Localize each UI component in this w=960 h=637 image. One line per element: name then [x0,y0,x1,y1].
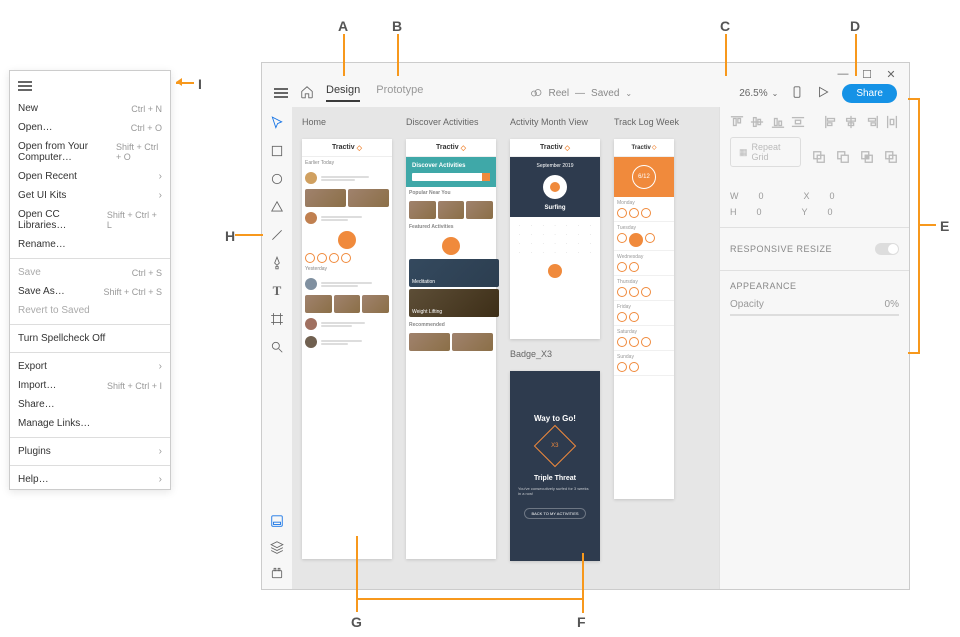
menu-item-help[interactable]: Help…› [10,470,170,489]
height-value[interactable]: 0 [757,207,762,217]
y-value[interactable]: 0 [828,207,833,217]
menu-item-open[interactable]: Open…Ctrl + O [10,118,170,137]
opacity-label: Opacity [730,299,764,310]
bool-intersect-icon[interactable] [859,150,875,164]
tool-plugins[interactable] [269,565,285,581]
align-bottom-icon[interactable] [770,115,784,129]
x-value[interactable]: 0 [830,191,835,201]
toolbar: T [262,107,292,589]
tool-zoom[interactable] [269,339,285,355]
main-menu: NewCtrl + N Open…Ctrl + O Open from Your… [9,70,171,490]
home-icon[interactable] [300,85,314,102]
tool-pen[interactable] [269,255,285,271]
property-inspector: ▦Repeat Grid W0X0 H0Y0 RESPONSIVE RESIZE… [719,107,909,589]
align-hcenter-icon[interactable] [844,115,858,129]
distribute-h-icon[interactable] [885,115,899,129]
menu-item-cc-libraries[interactable]: Open CC Libraries…Shift + Ctrl + L [10,205,170,235]
menu-item-open-computer[interactable]: Open from Your Computer…Shift + Ctrl + O [10,137,170,167]
label-h: H [225,228,235,244]
tool-rectangle[interactable] [269,143,285,159]
menu-item-import[interactable]: Import…Shift + Ctrl + I [10,376,170,395]
width-value[interactable]: 0 [759,191,764,201]
tool-text[interactable]: T [269,283,285,299]
artboard-label-tracklog[interactable]: Track Log Week [614,117,679,127]
menu-item-open-recent[interactable]: Open Recent› [10,167,170,186]
artboard-month[interactable]: Tractiv◇ September 2019 Surfing ······· … [510,139,600,339]
artboard-label-month[interactable]: Activity Month View [510,117,600,127]
bool-add-icon[interactable] [811,150,827,164]
menu-item-ui-kits[interactable]: Get UI Kits› [10,186,170,205]
topbar: Design Prototype Reel—Saved⌄ 26.5%⌄ Shar… [262,79,909,107]
artboard-label-badge[interactable]: Badge_X3 [510,349,600,359]
appearance-label: APPEARANCE [730,281,899,291]
menu-item-rename[interactable]: Rename… [10,235,170,254]
menu-item-spellcheck[interactable]: Turn Spellcheck Off [10,329,170,348]
menu-item-manage-links[interactable]: Manage Links… [10,414,170,433]
artboard-tracklog[interactable]: Tractiv◇ 6/12 Monday Tuesday Wednesday T… [614,139,674,499]
align-tools [730,115,899,129]
menu-item-share[interactable]: Share… [10,395,170,414]
label-i: I [198,76,202,92]
mode-tabs: Design Prototype [326,84,423,102]
device-preview-icon[interactable] [790,85,804,102]
tool-select[interactable] [269,115,285,131]
opacity-slider[interactable] [730,314,899,316]
app-hamburger-icon[interactable] [274,86,288,101]
zoom-control[interactable]: 26.5%⌄ [739,88,778,99]
label-b: B [392,18,402,34]
align-left-icon[interactable] [824,115,838,129]
responsive-resize-label: RESPONSIVE RESIZE [730,244,832,254]
responsive-resize-toggle[interactable] [875,243,899,255]
tab-design[interactable]: Design [326,84,360,102]
bool-subtract-icon[interactable] [835,150,851,164]
tool-layers[interactable] [269,539,285,555]
label-a: A [338,18,348,34]
menu-item-new[interactable]: NewCtrl + N [10,99,170,118]
app-window: — ☐ ✕ Design Prototype Reel—Saved⌄ 26.5%… [261,62,910,590]
menu-item-export[interactable]: Export› [10,357,170,376]
repeat-grid-button[interactable]: ▦Repeat Grid [730,137,801,167]
align-vcenter-icon[interactable] [750,115,764,129]
label-d: D [850,18,860,34]
artboard-label-discover[interactable]: Discover Activities [406,117,496,127]
tool-ellipse[interactable] [269,171,285,187]
play-icon[interactable] [816,85,830,102]
label-f: F [577,614,586,630]
label-e: E [940,218,949,234]
menu-hamburger-icon[interactable] [10,71,170,99]
bool-exclude-icon[interactable] [883,150,899,164]
label-g: G [351,614,362,630]
align-top-icon[interactable] [730,115,744,129]
artboard-label-home[interactable]: Home [302,117,392,127]
label-c: C [720,18,730,34]
share-button[interactable]: Share [842,84,897,103]
tool-artboard[interactable] [269,311,285,327]
menu-item-plugins[interactable]: Plugins› [10,442,170,461]
menu-item-revert[interactable]: Revert to Saved [10,301,170,320]
tool-polygon[interactable] [269,199,285,215]
canvas[interactable]: Home Tractiv◇ Earlier Today Yesterday [292,107,719,589]
distribute-v-icon[interactable] [791,115,805,129]
document-status[interactable]: Reel—Saved⌄ [423,87,739,99]
opacity-value[interactable]: 0% [885,299,899,310]
menu-item-save-as[interactable]: Save As…Shift + Ctrl + S [10,282,170,301]
menu-item-save[interactable]: SaveCtrl + S [10,263,170,282]
align-right-icon[interactable] [865,115,879,129]
tool-assets[interactable] [269,513,285,529]
artboard-home[interactable]: Tractiv◇ Earlier Today Yesterday [302,139,392,559]
artboard-badge[interactable]: Way to Go! X3 Triple Threat You've conse… [510,371,600,561]
tool-line[interactable] [269,227,285,243]
artboard-discover[interactable]: Tractiv◇ Discover Activities Popular Nea… [406,139,496,559]
tab-prototype[interactable]: Prototype [376,84,423,102]
